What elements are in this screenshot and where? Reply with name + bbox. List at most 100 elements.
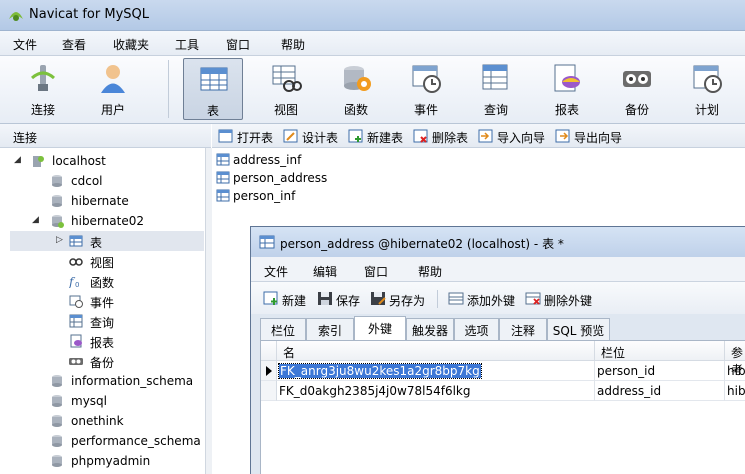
save-as-icon — [371, 292, 386, 305]
fk-name-cell[interactable]: FK_anrg3ju8wu2kes1a2gr8bp7kg — [277, 361, 595, 381]
tree-item-label: onethink — [71, 414, 124, 428]
schedule-button[interactable]: 计划 — [677, 58, 737, 120]
designer-menu-edit[interactable]: 编辑 — [313, 263, 337, 280]
fk-field-cell[interactable]: address_id — [595, 381, 725, 401]
toolbar-separator — [168, 60, 169, 118]
expand-arrow-icon[interactable]: ▷ — [56, 235, 63, 245]
backup-button[interactable]: 备份 — [607, 58, 667, 120]
tree-item-backups[interactable]: 备份 — [69, 351, 204, 371]
designer-menu-file[interactable]: 文件 — [264, 263, 288, 280]
view-button[interactable]: 视图 — [256, 58, 316, 120]
database-icon — [52, 435, 62, 447]
tab-options[interactable]: 选项 — [454, 318, 499, 340]
user-icon — [101, 65, 125, 93]
function-button[interactable]: 函数 — [326, 58, 386, 120]
fk-ref-db-cell[interactable]: hib — [725, 381, 745, 401]
query-button[interactable]: 查询 — [466, 58, 526, 120]
database-icon — [52, 375, 62, 387]
designer-tabs: 栏位 索引 外键 触发器 选项 注释 SQL 预览 — [258, 316, 745, 341]
tree-item-localhost[interactable]: ◢ localhost — [14, 151, 204, 171]
designer-menu-help[interactable]: 帮助 — [418, 263, 442, 280]
expand-arrow-icon[interactable]: ◢ — [14, 155, 21, 165]
tree-item-hibernate[interactable]: hibernate — [50, 191, 204, 211]
table-button[interactable]: 表 — [183, 58, 243, 120]
menu-view[interactable]: 查看 — [62, 36, 86, 53]
title-bar: Navicat for MySQL — [0, 0, 745, 31]
fk-ref-db-cell[interactable]: hib — [725, 361, 745, 381]
designer-menu-window[interactable]: 窗口 — [364, 263, 388, 280]
tree-item-performance-schema[interactable]: performance_schema — [50, 431, 204, 451]
tree-item-information-schema[interactable]: information_schema — [50, 371, 204, 391]
database-icon — [52, 195, 62, 207]
row-header-current[interactable] — [261, 361, 277, 381]
tree-item-functions[interactable]: f0 函数 — [69, 271, 204, 291]
tree-item-events[interactable]: 事件 — [69, 291, 204, 311]
menu-window[interactable]: 窗口 — [226, 36, 250, 53]
tree-item-label: 事件 — [90, 296, 115, 310]
open-table-icon — [218, 129, 233, 143]
event-button[interactable]: 事件 — [396, 58, 456, 120]
function-icon: f0 — [69, 275, 79, 288]
tab-indexes[interactable]: 索引 — [306, 318, 354, 340]
tab-comments[interactable]: 注释 — [499, 318, 547, 340]
database-open-icon — [52, 215, 64, 228]
view-icon — [69, 258, 83, 266]
sidebar-splitter[interactable] — [205, 148, 212, 474]
tree-item-cdcol[interactable]: cdcol — [50, 171, 204, 191]
delete-foreign-key-icon — [525, 292, 541, 305]
connection-button[interactable]: 连接 — [13, 58, 73, 120]
expand-arrow-icon[interactable]: ◢ — [32, 215, 39, 225]
menu-favorites[interactable]: 收藏夹 — [113, 36, 149, 53]
tree-item-hibernate02[interactable]: ◢ hibernate02 — [32, 211, 204, 231]
fk-name-cell[interactable]: FK_d0akgh2385j4j0w78l54f6lkg — [277, 381, 595, 401]
designer-title-bar[interactable]: person_address @hibernate02 (localhost) … — [251, 227, 745, 257]
tree-item-phpmyadmin[interactable]: phpmyadmin — [50, 451, 204, 471]
save-icon — [318, 292, 332, 305]
tab-foreign-keys[interactable]: 外键 — [354, 316, 406, 341]
tree-item-label: 表 — [90, 236, 103, 250]
menu-tools[interactable]: 工具 — [175, 36, 199, 53]
server-icon — [33, 156, 44, 167]
object-toolbar: 打开表 设计表 新建表 删除表 导入向导 导出向导 — [212, 124, 745, 148]
tree-item-reports[interactable]: 报表 — [69, 331, 204, 351]
designer-title: person_address @hibernate02 (localhost) … — [280, 237, 564, 251]
report-icon — [70, 334, 82, 348]
tree-item-label: 报表 — [90, 336, 115, 350]
row-header[interactable] — [261, 381, 277, 401]
foreign-key-grid[interactable]: 名 栏位 参考 FK_anrg3ju8wu2kes1a2gr8bp7kg per… — [260, 340, 745, 474]
column-header-name[interactable]: 名 — [277, 341, 595, 361]
column-header-field[interactable]: 栏位 — [595, 341, 725, 361]
database-icon — [52, 415, 62, 427]
tree-item-label: cdcol — [71, 174, 103, 188]
tree-item-queries[interactable]: 查询 — [69, 311, 204, 331]
connection-tree[interactable]: ◢ localhost cdcol hibernate ◢ hibernate0… — [0, 148, 205, 474]
tab-sql-preview[interactable]: SQL 预览 — [547, 318, 610, 340]
menu-file[interactable]: 文件 — [13, 36, 37, 53]
query-icon — [482, 64, 508, 90]
connection-icon — [30, 65, 56, 91]
tab-fields[interactable]: 栏位 — [260, 318, 306, 340]
row-header-corner — [261, 341, 277, 361]
tab-triggers[interactable]: 触发器 — [406, 318, 454, 340]
table-designer-window: person_address @hibernate02 (localhost) … — [250, 226, 745, 474]
tree-item-label: 函数 — [90, 276, 115, 290]
delete-table-icon — [413, 129, 428, 143]
designer-toolbar: 新建 保存 另存为 添加外键 删除外键 — [251, 282, 745, 314]
fk-field-cell[interactable]: person_id — [595, 361, 725, 381]
tree-item-label: phpmyadmin — [71, 454, 151, 468]
toolbar-separator — [437, 290, 438, 308]
report-button[interactable]: 报表 — [537, 58, 597, 120]
tree-item-mysql[interactable]: mysql — [50, 391, 204, 411]
import-wizard-icon — [478, 129, 493, 143]
user-button[interactable]: 用户 — [83, 58, 143, 120]
database-icon — [52, 455, 62, 467]
report-label: 报表 — [554, 103, 579, 117]
tree-item-tables[interactable]: ▷ 表 — [10, 231, 204, 251]
database-icon — [52, 395, 62, 407]
database-icon — [52, 175, 62, 187]
tree-item-views[interactable]: 视图 — [69, 251, 204, 271]
menu-help[interactable]: 帮助 — [281, 36, 305, 53]
column-header-reference[interactable]: 参考 — [725, 341, 745, 377]
connection-panel-title: 连接 — [13, 131, 38, 145]
tree-item-onethink[interactable]: onethink — [50, 411, 204, 431]
